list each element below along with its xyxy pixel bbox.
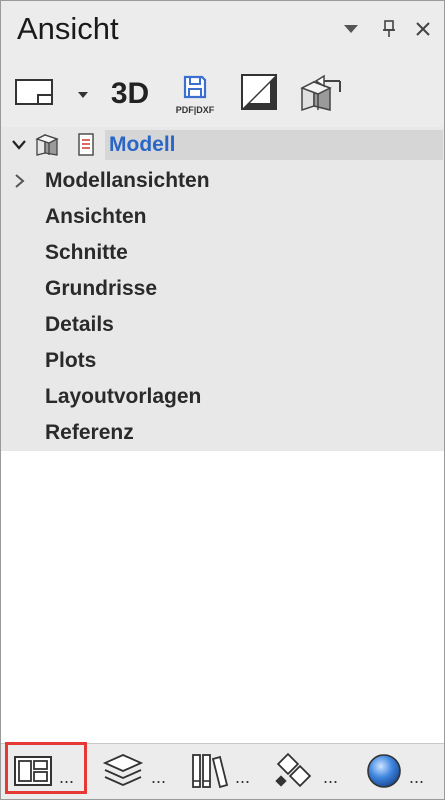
view-panel: Ansicht 3D PDF|DXF Modell Modellansichte… bbox=[0, 0, 445, 800]
palette-tab-tools[interactable]: ... bbox=[273, 750, 338, 796]
chevron-down-icon[interactable] bbox=[9, 135, 29, 155]
save-disk-icon bbox=[182, 74, 208, 105]
palette-tab-render[interactable]: ... bbox=[365, 750, 424, 796]
palette-switcher-bar: ... ... ... ... ... bbox=[1, 742, 444, 799]
tree-root-modell[interactable]: Modell bbox=[1, 127, 444, 163]
tree-item-label: Referenz bbox=[45, 421, 134, 444]
tree-item-label: Ansichten bbox=[45, 205, 147, 228]
panel-menu-button[interactable] bbox=[339, 19, 363, 43]
more-dots: ... bbox=[59, 766, 75, 787]
more-dots: ... bbox=[235, 766, 251, 787]
more-dots: ... bbox=[323, 766, 339, 787]
3d-label: 3D bbox=[110, 77, 150, 110]
palette-tab-library[interactable]: ... bbox=[189, 750, 250, 796]
diagonal-split-icon bbox=[240, 73, 278, 116]
tree-item-schnitte[interactable]: Schnitte bbox=[1, 235, 444, 271]
tree-item-details[interactable]: Details bbox=[1, 307, 444, 343]
tools-icon bbox=[273, 751, 317, 796]
tree-item-modellansichten[interactable]: Modellansichten bbox=[1, 163, 444, 199]
close-button[interactable] bbox=[411, 19, 435, 43]
more-dots: ... bbox=[151, 766, 167, 787]
viewport-dropdown-button[interactable] bbox=[73, 71, 93, 117]
tree-item-label: Modellansichten bbox=[45, 169, 210, 192]
cube-icon bbox=[35, 133, 65, 162]
view-toolbar: 3D PDF|DXF bbox=[1, 61, 444, 127]
triangle-down-icon bbox=[78, 85, 88, 103]
more-dots: ... bbox=[409, 766, 425, 787]
layers-icon bbox=[101, 751, 145, 796]
library-books-icon bbox=[189, 751, 229, 796]
chevron-right-icon[interactable] bbox=[9, 171, 29, 191]
palette-tab-layers[interactable]: ... bbox=[101, 750, 166, 796]
pdf-dxf-caption: PDF|DXF bbox=[175, 104, 215, 115]
box-import-icon bbox=[296, 72, 346, 117]
close-icon bbox=[415, 21, 431, 42]
viewport-frame-icon bbox=[14, 77, 54, 112]
tree-empty-area bbox=[1, 451, 444, 743]
layout-panels-icon bbox=[13, 755, 53, 792]
tree-item-label: Schnitte bbox=[45, 241, 128, 264]
import-model-button[interactable] bbox=[295, 71, 347, 117]
panel-titlebar: Ansicht bbox=[1, 1, 444, 61]
document-icon bbox=[77, 133, 95, 162]
viewport-button[interactable] bbox=[11, 71, 57, 117]
tree-item-grundrisse[interactable]: Grundrisse bbox=[1, 271, 444, 307]
tree-item-plots[interactable]: Plots bbox=[1, 343, 444, 379]
model-tree: Modell Modellansichten Ansichten Schnitt… bbox=[1, 127, 444, 451]
panel-title: Ansicht bbox=[17, 11, 119, 46]
3d-view-button[interactable]: 3D bbox=[105, 71, 155, 117]
tree-item-label: Layoutvorlagen bbox=[45, 385, 202, 408]
tree-root-label: Modell bbox=[109, 133, 176, 156]
pin-icon bbox=[382, 19, 396, 43]
tree-item-label: Plots bbox=[45, 349, 97, 372]
elevation-view-button[interactable] bbox=[237, 71, 281, 117]
pin-button[interactable] bbox=[377, 19, 401, 43]
triangle-down-icon bbox=[344, 22, 358, 40]
tree-item-label: Grundrisse bbox=[45, 277, 158, 300]
tree-item-layoutvorlagen[interactable]: Layoutvorlagen bbox=[1, 379, 444, 415]
palette-tab-navigator[interactable]: ... bbox=[13, 750, 74, 796]
tree-item-referenz[interactable]: Referenz bbox=[1, 415, 444, 451]
tree-item-label: Details bbox=[45, 313, 114, 336]
sphere-icon bbox=[365, 752, 403, 795]
tree-item-ansichten[interactable]: Ansichten bbox=[1, 199, 444, 235]
pdf-dxf-export-button[interactable]: PDF|DXF bbox=[167, 71, 223, 117]
